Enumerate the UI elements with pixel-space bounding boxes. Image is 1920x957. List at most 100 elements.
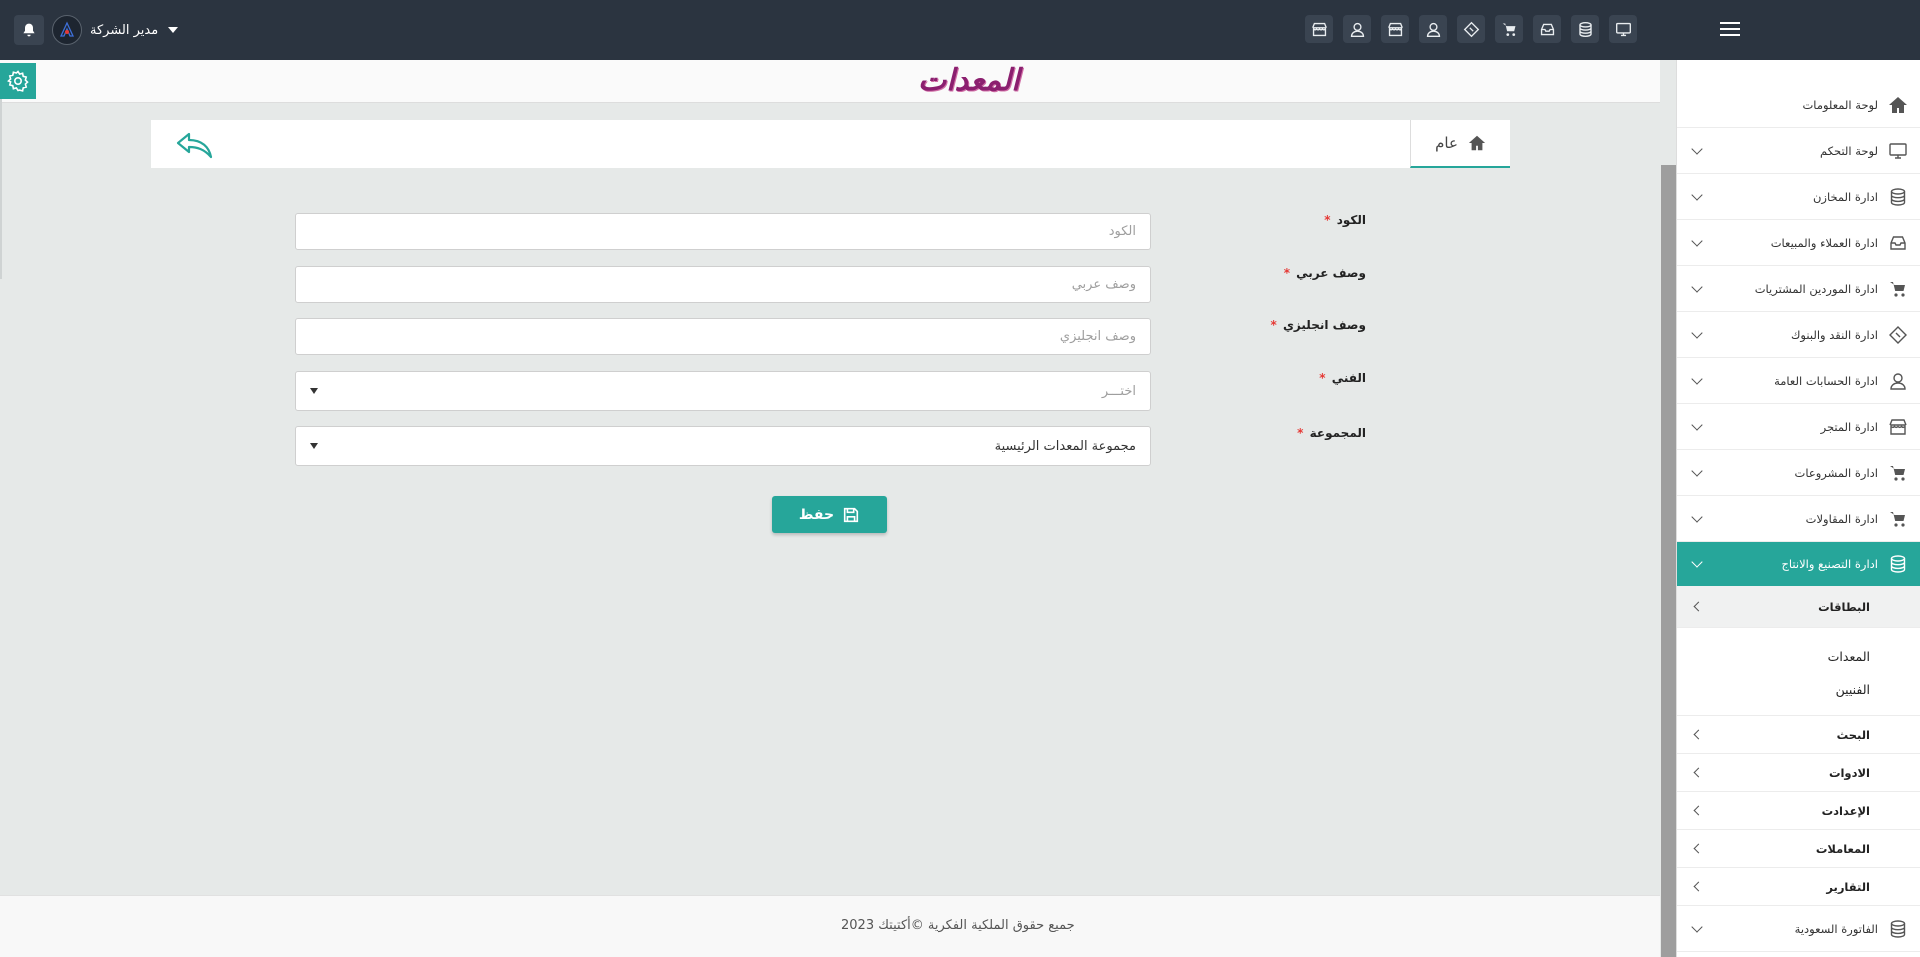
sidebar-subitem-label: المعاملات bbox=[1815, 841, 1870, 856]
back-arrow-icon[interactable] bbox=[175, 130, 215, 160]
sidebar-subitem-cards[interactable]: البطاقات bbox=[1677, 586, 1920, 628]
database-icon bbox=[1888, 187, 1908, 207]
ticket-icon[interactable] bbox=[1457, 15, 1485, 43]
arabic-desc-label-text: وصف عربي bbox=[1296, 266, 1366, 280]
sidebar-item-label: ادارة الموردين المشتريات bbox=[1754, 281, 1878, 296]
group-select[interactable]: مجموعة المعدات الرئيسية bbox=[295, 426, 1151, 466]
database-icon[interactable] bbox=[1571, 15, 1599, 43]
user-menu[interactable]: مدير الشركة bbox=[14, 14, 179, 46]
floppy-disk-icon bbox=[843, 507, 859, 522]
required-mark: * bbox=[1319, 371, 1326, 385]
group-label: المجموعة * bbox=[1297, 426, 1366, 440]
required-mark: * bbox=[1283, 266, 1290, 280]
sidebar-item-general-accounts[interactable]: ادارة الحسابات العامة bbox=[1677, 358, 1920, 404]
group-label-text: المجموعة bbox=[1309, 426, 1366, 440]
store-icon[interactable] bbox=[1305, 15, 1333, 43]
store-icon[interactable] bbox=[1381, 15, 1409, 43]
tab-general[interactable]: عام bbox=[1410, 120, 1510, 168]
sidebar-item-label: ادارة المشروعات bbox=[1794, 465, 1878, 480]
sidebar-subitem-search[interactable]: البحث bbox=[1677, 716, 1920, 754]
sidebar: لوحة المعلومات لوحة التحكم ادارة المخازن… bbox=[1676, 60, 1920, 957]
user-icon[interactable] bbox=[1419, 15, 1447, 43]
sidebar-subitem-label: البطاقات bbox=[1818, 599, 1870, 614]
technician-label-text: الفني bbox=[1331, 371, 1366, 385]
dropdown-arrow-icon bbox=[310, 388, 318, 394]
home-icon bbox=[1468, 135, 1486, 151]
store-icon bbox=[1888, 417, 1908, 437]
sidebar-item-control-panel[interactable]: لوحة التحكم bbox=[1677, 128, 1920, 174]
code-label: الكود * bbox=[1324, 213, 1366, 227]
required-mark: * bbox=[1324, 213, 1331, 227]
sidebar-item-manufacturing[interactable]: ادارة التصنيع والانتاج bbox=[1677, 542, 1920, 586]
cart-icon bbox=[1888, 279, 1908, 299]
cart-icon[interactable] bbox=[1495, 15, 1523, 43]
sidebar-scrollbar[interactable] bbox=[1661, 165, 1676, 957]
group-selected: مجموعة المعدات الرئيسية bbox=[994, 438, 1136, 454]
required-mark: * bbox=[1297, 426, 1304, 440]
caret-down-icon[interactable] bbox=[168, 27, 179, 33]
sidebar-item-label: ادارة الحسابات العامة bbox=[1774, 373, 1878, 388]
top-navbar: مدير الشركة bbox=[0, 0, 1920, 60]
settings-gear-icon[interactable] bbox=[0, 63, 36, 99]
inbox-icon[interactable] bbox=[1533, 15, 1561, 43]
sidebar-item-dashboard[interactable]: لوحة المعلومات bbox=[1677, 82, 1920, 128]
user-name[interactable]: مدير الشركة bbox=[90, 23, 158, 38]
sidebar-subitem-reports[interactable]: التقارير bbox=[1677, 868, 1920, 906]
arabic-desc-input[interactable] bbox=[295, 266, 1151, 303]
cart-icon bbox=[1888, 463, 1908, 483]
sidebar-leaf-equipment[interactable]: المعدات bbox=[1677, 640, 1920, 673]
sidebar-item-label: لوحة المعلومات bbox=[1802, 97, 1878, 112]
english-desc-label: وصف انجليزي * bbox=[1270, 318, 1366, 332]
sidebar-item-label: الفاتورة السعودية bbox=[1794, 921, 1878, 936]
sidebar-subitem-label: البحث bbox=[1836, 727, 1870, 742]
sidebar-item-label: ادارة العملاء والمبيعات bbox=[1770, 235, 1878, 250]
save-button[interactable]: حفظ bbox=[772, 496, 887, 533]
home-icon bbox=[1888, 95, 1908, 115]
bell-icon[interactable] bbox=[14, 15, 44, 45]
copyright-text: جميع حقوق الملكية الفكرية ©أكتيتك 2023 bbox=[841, 918, 1075, 933]
technician-selected: اختـــر bbox=[1101, 383, 1136, 399]
sidebar-item-warehouses[interactable]: ادارة المخازن bbox=[1677, 174, 1920, 220]
cart-icon bbox=[1888, 509, 1908, 529]
page-title: المعدات bbox=[918, 63, 1020, 98]
sidebar-item-store[interactable]: ادارة المتجر bbox=[1677, 404, 1920, 450]
english-desc-input[interactable] bbox=[295, 318, 1151, 355]
sidebar-item-label: ادارة التصنيع والانتاج bbox=[1781, 556, 1878, 571]
sidebar-item-projects[interactable]: ادارة المشروعات bbox=[1677, 450, 1920, 496]
ticket-icon bbox=[1888, 325, 1908, 345]
required-mark: * bbox=[1270, 318, 1277, 332]
sidebar-item-label: ادارة النقد والبنوك bbox=[1790, 327, 1878, 342]
database-icon bbox=[1888, 554, 1908, 574]
sidebar-item-label: ادارة المقاولات bbox=[1805, 511, 1878, 526]
monitor-icon[interactable] bbox=[1609, 15, 1637, 43]
sidebar-item-label: ادارة المتجر bbox=[1820, 419, 1878, 434]
user-icon[interactable] bbox=[1343, 15, 1371, 43]
avatar[interactable] bbox=[52, 15, 82, 45]
technician-select[interactable]: اختـــر bbox=[295, 371, 1151, 411]
sidebar-item-saudi-invoice[interactable]: الفاتورة السعودية bbox=[1677, 906, 1920, 952]
sidebar-item-contracting[interactable]: ادارة المقاولات bbox=[1677, 496, 1920, 542]
sidebar-leaf-technicians[interactable]: الفنيين bbox=[1677, 673, 1920, 706]
technician-label: الفني * bbox=[1319, 371, 1366, 385]
arabic-desc-label: وصف عربي * bbox=[1284, 266, 1366, 280]
sidebar-subitem-tools[interactable]: الادوات bbox=[1677, 754, 1920, 792]
quick-icons bbox=[1305, 15, 1637, 43]
english-desc-label-text: وصف انجليزي bbox=[1282, 318, 1366, 332]
sidebar-item-customers-sales[interactable]: ادارة العملاء والمبيعات bbox=[1677, 220, 1920, 266]
sidebar-subitem-settings[interactable]: الإعدادت bbox=[1677, 792, 1920, 830]
monitor-icon bbox=[1888, 141, 1908, 161]
sidebar-item-cash-banks[interactable]: ادارة النقد والبنوك bbox=[1677, 312, 1920, 358]
footer: جميع حقوق الملكية الفكرية ©أكتيتك 2023 bbox=[0, 895, 1660, 957]
page-header: المعدات bbox=[0, 60, 1660, 103]
tab-general-label: عام bbox=[1435, 134, 1458, 152]
inbox-icon bbox=[1888, 233, 1908, 253]
sidebar-item-label: لوحة التحكم bbox=[1820, 143, 1878, 158]
user-icon bbox=[1888, 371, 1908, 391]
sidebar-subitem-label: الإعدادت bbox=[1821, 803, 1870, 818]
sidebar-subitem-transactions[interactable]: المعاملات bbox=[1677, 830, 1920, 868]
sidebar-subitem-label: الادوات bbox=[1828, 765, 1870, 780]
sidebar-item-label: ادارة المخازن bbox=[1812, 189, 1878, 204]
menu-toggle-icon[interactable] bbox=[1718, 18, 1740, 40]
sidebar-item-suppliers-purchases[interactable]: ادارة الموردين المشتريات bbox=[1677, 266, 1920, 312]
code-input[interactable] bbox=[295, 213, 1151, 250]
